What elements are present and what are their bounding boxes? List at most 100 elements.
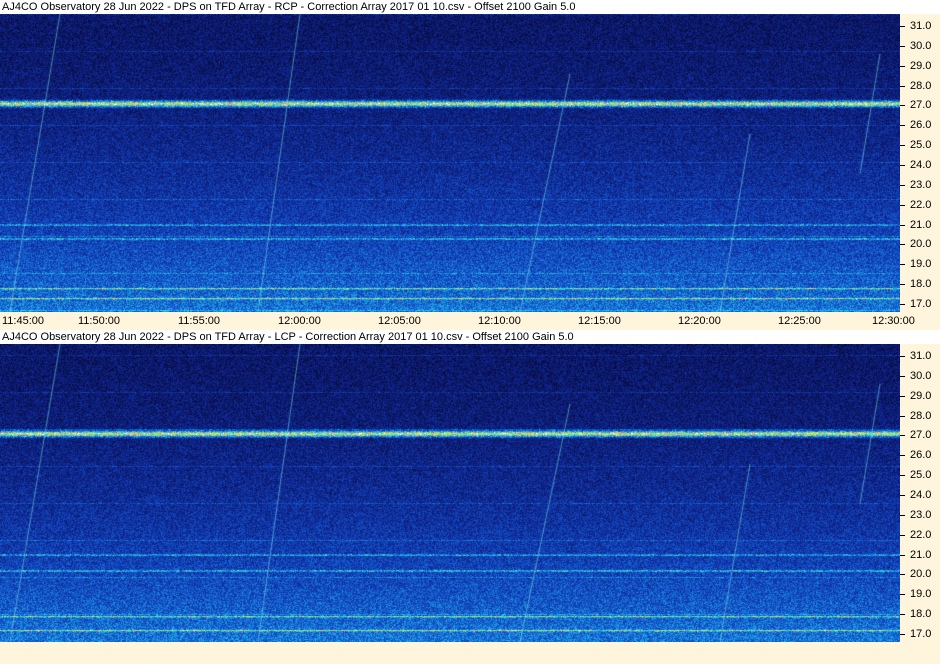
y-tick-text: 27.0 bbox=[910, 429, 932, 442]
x-tick-label: 12:10:00 bbox=[478, 315, 521, 327]
y-tick-mark bbox=[900, 45, 905, 47]
y-tick-text: 19.0 bbox=[910, 588, 932, 601]
y-tick-label: 17.0 bbox=[900, 298, 940, 310]
y-tick-text: 31.0 bbox=[910, 349, 932, 362]
rcp-y-axis: 31.0 30.0 29.0 28.0 27.0 26.0 25.0 24.0 23.0 22.0… bbox=[900, 14, 940, 312]
y-tick-text: 24.0 bbox=[910, 488, 932, 501]
y-tick-mark bbox=[900, 184, 905, 186]
y-tick-label: 26.0 bbox=[900, 449, 940, 461]
y-tick-text: 20.0 bbox=[910, 238, 932, 251]
y-tick-label: 22.0 bbox=[900, 199, 940, 211]
x-tick-label: 12:25:00 bbox=[778, 315, 821, 327]
y-tick-text: 20.0 bbox=[910, 568, 932, 581]
y-tick-label: 30.0 bbox=[900, 40, 940, 52]
y-tick-text: 18.0 bbox=[910, 608, 932, 621]
x-tick-label: 11:50:00 bbox=[78, 315, 121, 327]
x-tick-label: 12:30:00 bbox=[872, 315, 915, 327]
y-tick-label: 19.0 bbox=[900, 588, 940, 600]
y-tick-mark bbox=[900, 534, 905, 536]
y-tick-text: 22.0 bbox=[910, 198, 932, 211]
y-tick-mark bbox=[900, 494, 905, 496]
y-tick-label: 18.0 bbox=[900, 608, 940, 620]
y-tick-mark bbox=[900, 25, 905, 27]
y-tick-text: 27.0 bbox=[910, 99, 932, 112]
y-tick-label: 28.0 bbox=[900, 410, 940, 422]
y-tick-mark bbox=[900, 455, 905, 457]
y-tick-label: 24.0 bbox=[900, 489, 940, 501]
y-tick-mark bbox=[900, 415, 905, 417]
y-tick-label: 27.0 bbox=[900, 429, 940, 441]
y-tick-mark bbox=[900, 514, 905, 516]
y-tick-mark bbox=[900, 594, 905, 596]
y-tick-mark bbox=[900, 85, 905, 87]
y-tick-mark bbox=[900, 375, 905, 377]
y-tick-mark bbox=[900, 264, 905, 266]
y-tick-mark bbox=[900, 105, 905, 107]
y-tick-label: 23.0 bbox=[900, 509, 940, 521]
y-tick-mark bbox=[900, 204, 905, 206]
y-tick-mark bbox=[900, 435, 905, 437]
y-tick-mark bbox=[900, 475, 905, 477]
y-tick-mark bbox=[900, 614, 905, 616]
y-tick-text: 21.0 bbox=[910, 548, 932, 561]
y-tick-text: 29.0 bbox=[910, 389, 932, 402]
y-tick-text: 26.0 bbox=[910, 449, 932, 462]
y-tick-mark bbox=[900, 574, 905, 576]
y-tick-text: 29.0 bbox=[910, 59, 932, 72]
y-tick-label: 25.0 bbox=[900, 139, 940, 151]
y-tick-label: 25.0 bbox=[900, 469, 940, 481]
lcp-panel: AJ4CO Observatory 28 Jun 2022 - DPS on T… bbox=[0, 330, 940, 642]
y-tick-label: 21.0 bbox=[900, 219, 940, 231]
lcp-y-axis: 31.0 30.0 29.0 28.0 27.0 26.0 25.0 24.0 23.0 22.0… bbox=[900, 344, 940, 642]
x-tick-label: 12:00:00 bbox=[278, 315, 321, 327]
y-tick-mark bbox=[900, 224, 905, 226]
y-tick-label: 20.0 bbox=[900, 238, 940, 250]
lcp-title: AJ4CO Observatory 28 Jun 2022 - DPS on T… bbox=[0, 330, 940, 344]
y-tick-mark bbox=[900, 145, 905, 147]
rcp-x-axis: 11:45:00 11:50:00 11:55:00 12:00:00 12:05:00… bbox=[0, 312, 940, 330]
y-tick-text: 28.0 bbox=[910, 79, 932, 92]
y-tick-mark bbox=[900, 164, 905, 166]
y-tick-mark bbox=[900, 634, 905, 636]
y-tick-text: 21.0 bbox=[910, 218, 932, 231]
y-tick-label: 29.0 bbox=[900, 60, 940, 72]
y-tick-label: 17.0 bbox=[900, 628, 940, 640]
y-tick-label: 31.0 bbox=[900, 350, 940, 362]
y-tick-label: 22.0 bbox=[900, 529, 940, 541]
y-tick-label: 18.0 bbox=[900, 278, 940, 290]
y-tick-label: 29.0 bbox=[900, 390, 940, 402]
y-tick-label: 27.0 bbox=[900, 99, 940, 111]
x-tick-label: 12:20:00 bbox=[678, 315, 721, 327]
y-tick-label: 20.0 bbox=[900, 568, 940, 580]
x-tick-label: 12:15:00 bbox=[578, 315, 621, 327]
y-tick-text: 19.0 bbox=[910, 258, 932, 271]
y-tick-text: 22.0 bbox=[910, 528, 932, 541]
y-tick-label: 28.0 bbox=[900, 80, 940, 92]
y-tick-text: 17.0 bbox=[910, 298, 932, 311]
y-tick-text: 23.0 bbox=[910, 178, 932, 191]
y-tick-mark bbox=[900, 65, 905, 67]
y-tick-text: 30.0 bbox=[910, 39, 932, 52]
rcp-spectrogram bbox=[0, 14, 900, 312]
y-tick-label: 24.0 bbox=[900, 159, 940, 171]
x-tick-label: 12:05:00 bbox=[378, 315, 421, 327]
y-tick-text: 25.0 bbox=[910, 139, 932, 152]
y-tick-mark bbox=[900, 244, 905, 246]
y-tick-text: 31.0 bbox=[910, 19, 932, 32]
lcp-spectrogram bbox=[0, 344, 900, 642]
y-tick-label: 23.0 bbox=[900, 179, 940, 191]
y-tick-mark bbox=[900, 284, 905, 286]
y-tick-label: 26.0 bbox=[900, 119, 940, 131]
y-tick-mark bbox=[900, 125, 905, 127]
y-tick-text: 23.0 bbox=[910, 508, 932, 521]
y-tick-mark bbox=[900, 395, 905, 397]
rcp-panel: AJ4CO Observatory 28 Jun 2022 - DPS on T… bbox=[0, 0, 940, 312]
y-tick-mark bbox=[900, 304, 905, 306]
y-tick-text: 25.0 bbox=[910, 469, 932, 482]
y-tick-label: 31.0 bbox=[900, 20, 940, 32]
y-tick-label: 19.0 bbox=[900, 258, 940, 270]
y-tick-text: 28.0 bbox=[910, 409, 932, 422]
rcp-title: AJ4CO Observatory 28 Jun 2022 - DPS on T… bbox=[0, 0, 940, 14]
y-tick-text: 26.0 bbox=[910, 119, 932, 132]
y-tick-text: 18.0 bbox=[910, 278, 932, 291]
